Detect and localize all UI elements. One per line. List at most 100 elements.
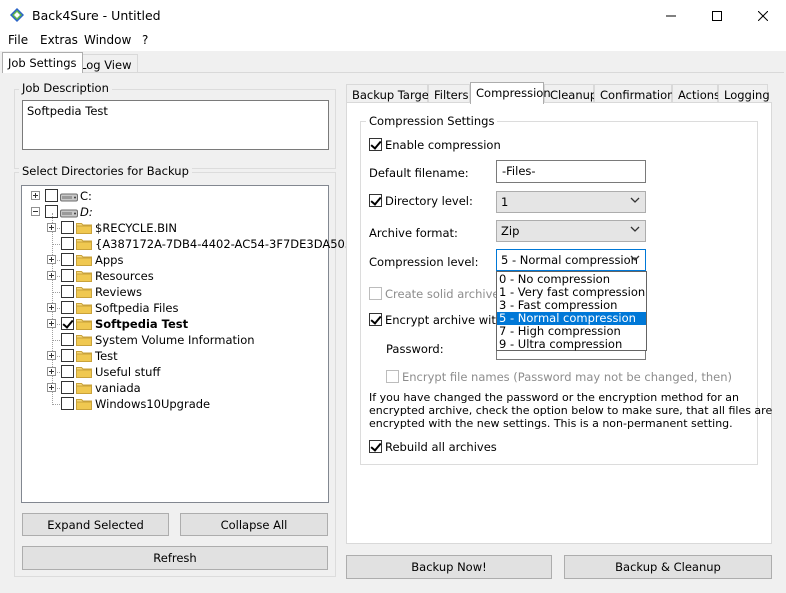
backup-cleanup-button[interactable]: Backup & Cleanup [564, 555, 772, 579]
folder-icon [76, 318, 92, 333]
folder-icon [76, 382, 92, 397]
compression-level-value: 5 - Normal compression [501, 253, 638, 267]
tab-logging[interactable]: Logging [718, 84, 770, 103]
default-filename-input[interactable]: -Files- [496, 160, 646, 183]
folder-checkbox[interactable] [61, 349, 74, 362]
minimize-button[interactable] [648, 0, 694, 31]
enable-compression-box[interactable] [369, 138, 382, 151]
password-label: Password: [386, 342, 444, 356]
encrypt-names-box[interactable] [386, 370, 399, 383]
directory-level-box[interactable] [369, 194, 382, 207]
tree-item-folder[interactable]: Resources [95, 269, 154, 283]
app-logo-icon [10, 8, 24, 22]
compression-level-label: Compression level: [369, 255, 479, 269]
folder-expander[interactable] [47, 383, 56, 392]
drive-expander[interactable] [31, 207, 40, 216]
refresh-button[interactable]: Refresh [22, 546, 328, 570]
job-description-label: Job Description [19, 81, 112, 95]
compression-level-dropdown[interactable]: 0 - No compression 1 - Very fast compress… [496, 271, 647, 351]
menu-bar: File Extras Window ? [0, 31, 786, 51]
tab-cleanup[interactable]: Cleanup [544, 84, 597, 103]
maximize-icon [712, 10, 722, 21]
folder-checkbox[interactable] [61, 317, 74, 330]
folder-expander[interactable] [47, 351, 56, 360]
compression-level-select[interactable]: 5 - Normal compression [496, 249, 646, 271]
folder-expander[interactable] [47, 255, 56, 264]
maximize-button[interactable] [694, 0, 740, 31]
tab-confirmations[interactable]: Confirmations [594, 84, 680, 103]
folder-expander[interactable] [47, 319, 56, 328]
outer-tab-divider [2, 72, 784, 73]
solid-archives-label: Create solid archives [385, 287, 506, 301]
tab-job-settings[interactable]: Job Settings [2, 52, 83, 73]
tree-item-folder[interactable]: Softpedia Test [95, 317, 188, 331]
tree-item-folder[interactable]: Windows10Upgrade [95, 397, 210, 411]
menu-help[interactable]: ? [142, 33, 148, 47]
tab-actions[interactable]: Actions [672, 84, 720, 103]
tree-item-folder[interactable]: vaniada [95, 381, 141, 395]
tree-item-folder[interactable]: Reviews [95, 285, 142, 299]
tree-item-folder[interactable]: Apps [95, 253, 123, 267]
directories-group: Select Directories for Backup C: D: $RECYC… [14, 164, 367, 578]
encrypt-archive-box[interactable] [369, 313, 382, 326]
folder-icon [76, 366, 92, 381]
tree-item-folder[interactable]: Test [95, 349, 118, 363]
title-bar[interactable]: Back4Sure - Untitled [0, 0, 786, 31]
folder-checkbox[interactable] [61, 301, 74, 314]
collapse-all-button[interactable]: Collapse All [180, 513, 328, 536]
folder-icon [76, 222, 92, 237]
tree-item-folder[interactable]: {A387172A-7DB4-4402-AC54-3F7DE3DA5055} [95, 237, 367, 251]
folder-checkbox[interactable] [61, 269, 74, 282]
tab-filters[interactable]: Filters [428, 84, 470, 103]
folder-checkbox[interactable] [61, 285, 74, 298]
drive-checkbox[interactable] [45, 189, 58, 202]
menu-window[interactable]: Window [84, 33, 131, 47]
folder-icon [76, 270, 92, 285]
backup-now-button[interactable]: Backup Now! [346, 555, 552, 579]
job-description-input[interactable]: Softpedia Test [22, 100, 329, 150]
archive-format-select[interactable]: Zip [496, 220, 646, 242]
folder-expander[interactable] [47, 367, 56, 376]
info-line-2: encrypted archive, check the option belo… [369, 404, 773, 417]
rebuild-archives-box[interactable] [369, 440, 382, 453]
folder-checkbox[interactable] [61, 381, 74, 394]
folder-expander[interactable] [47, 271, 56, 280]
folder-checkbox[interactable] [61, 333, 74, 346]
tree-item-folder[interactable]: $RECYCLE.BIN [95, 221, 177, 235]
tree-item-folder[interactable]: System Volume Information [95, 333, 255, 347]
tree-item-folder[interactable]: Useful stuff [95, 365, 160, 379]
folder-checkbox[interactable] [61, 397, 74, 410]
tree-item-drive-1[interactable]: D: [80, 205, 93, 219]
expand-selected-button[interactable]: Expand Selected [22, 513, 169, 536]
compression-option[interactable]: 9 - Ultra compression [497, 338, 646, 351]
folder-checkbox[interactable] [61, 253, 74, 266]
tree-item-drive-0[interactable]: C: [80, 189, 92, 203]
folder-expander[interactable] [47, 223, 56, 232]
folder-checkbox[interactable] [61, 221, 74, 234]
tab-backup-target[interactable]: Backup Target [346, 84, 433, 103]
menu-extras[interactable]: Extras [40, 33, 78, 47]
encrypt-names-label: Encrypt file names (Password may not be … [402, 370, 732, 384]
folder-checkbox[interactable] [61, 237, 74, 250]
default-filename-label: Default filename: [369, 166, 469, 180]
enable-compression-label: Enable compression [385, 138, 501, 152]
directory-level-label: Directory level: [385, 194, 473, 208]
tree-item-folder[interactable]: Softpedia Files [95, 301, 179, 315]
directory-level-value: 1 [501, 195, 509, 209]
solid-archives-box[interactable] [369, 287, 382, 300]
drive-expander[interactable] [31, 191, 40, 200]
drive-icon [60, 207, 78, 221]
tab-log-view[interactable]: Log View [74, 54, 138, 73]
tab-compression[interactable]: Compression [470, 82, 551, 104]
encrypt-archive-label: Encrypt archive with [385, 313, 504, 327]
rebuild-archives-label: Rebuild all archives [385, 440, 497, 454]
folder-icon [76, 398, 92, 413]
menu-file[interactable]: File [8, 33, 28, 47]
folder-expander[interactable] [47, 303, 56, 312]
close-button[interactable] [740, 0, 786, 31]
directory-level-select[interactable]: 1 [496, 191, 646, 213]
folder-checkbox[interactable] [61, 365, 74, 378]
directory-tree[interactable]: C: D: $RECYCLE.BIN {A387172A-7DB4-4402-AC54… [21, 185, 367, 503]
drive-icon [60, 191, 78, 205]
compression-settings-label: Compression Settings [366, 114, 498, 128]
